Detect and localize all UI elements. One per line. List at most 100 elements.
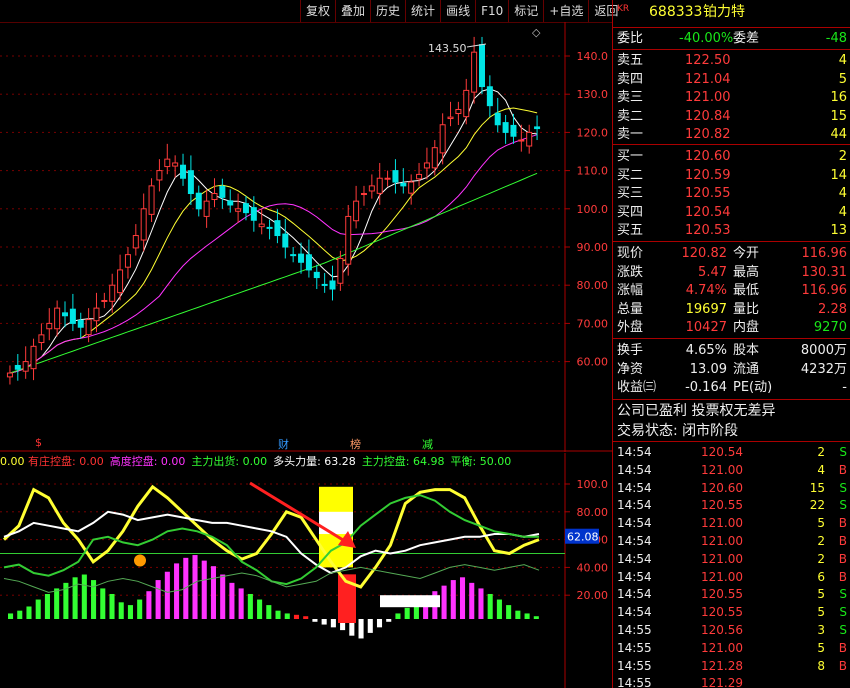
candle-body [235,208,242,212]
indicator-bar [330,619,336,628]
tick-row-10: 14:55 120.56 3 S [617,623,847,637]
indicator-marker-label: 62.08 [567,531,599,544]
indicator-bar [257,599,263,619]
price-label-4: 100.0 [577,203,609,216]
indicator-bar [17,610,23,619]
candle-body [486,86,493,107]
stat-row-0: 现价 120.82 今开 116.96 [617,246,847,261]
candle-body [38,334,45,344]
candle-body [305,254,312,271]
candle-body [93,307,100,322]
candle-body [164,158,171,168]
indicator-bar [459,577,466,619]
candle-body [455,108,462,115]
chart-toolbar: 复权 叠加 历史 统计 画线 F10 标记 +自选 返回 [300,0,623,22]
indicator-bar [72,577,78,619]
candle-body [211,193,218,201]
indicator-bar [44,593,50,619]
price-label-1: 130.0 [577,88,609,101]
toolbar-button-2[interactable]: 历史 [370,0,405,22]
indicator-bar [229,582,235,619]
candle-body [321,283,328,286]
indicator-bar [164,571,170,619]
candle-body [180,164,187,179]
tick-row-5: 14:54 121.00 2 B [617,534,847,548]
tick-row-7: 14:54 121.00 6 B [617,569,847,584]
stock-code: 688333 [649,4,703,20]
bid-row-3: 买四 120.54 4 [617,204,847,220]
indicator-bar [127,605,133,619]
candle-body [242,203,249,214]
kline-chart[interactable]: 140.0 130.0 120.0 110.0 100.0 90.00 80.00 70.00… [0,22,612,452]
stock-title: KR 688333 铂力特 [613,3,850,21]
price-label-3: 110.0 [577,165,609,178]
candle-body [384,177,391,180]
highlight-block-inner [319,511,353,535]
toolbar-button-1[interactable]: 叠加 [335,0,370,22]
candle-body [156,170,163,181]
candle-body [329,280,336,290]
toolbar-button-4[interactable]: 画线 [440,0,475,22]
toolbar-button-7[interactable]: +自选 [543,0,588,22]
indicator-chart[interactable]: 100.080.0060.0040.0020.0062.08 [0,453,612,688]
stat2-row-0: 换手 4.65% 股本 8000万 [617,343,847,358]
toolbar-button-3[interactable]: 统计 [405,0,440,22]
indicator-label-0: 100.0 [577,478,609,491]
toolbar-button-6[interactable]: 标记 [508,0,543,22]
candle-body [526,131,533,147]
tick-row-12: 14:55 121.28 8 B [617,658,847,673]
indicator-bar [26,606,32,619]
candle-body [54,307,61,330]
candle-body [258,223,265,228]
candle-body [439,124,446,154]
stat-row-1: 涨跌 5.47 最高 130.31 [617,264,847,280]
candle-body [140,208,147,241]
reduce-holding-marker[interactable]: 减 [422,436,433,452]
indicator-bar [146,591,152,619]
toolbar-button-5[interactable]: F10 [475,0,508,22]
indicator-bar [81,574,87,619]
ask-row-3: 卖二 120.84 15 [617,108,847,124]
candle-body [431,147,438,169]
indicator-label-4: 20.00 [577,589,609,602]
bid-row-2: 买三 120.55 4 [617,186,847,201]
indicator-bar [210,566,217,619]
toolbar-button-0[interactable]: 复权 [300,0,335,22]
candle-body [400,182,407,187]
candle-body [187,170,194,195]
tick-row-3: 14:54 120.55 22 S [617,498,847,513]
billboard-marker[interactable]: 榜 [350,436,361,452]
indicator-bar [404,607,410,619]
candle-body [502,122,509,133]
tick-row-2: 14:54 120.60 15 S [617,480,847,495]
candle-body [172,162,179,167]
indicator-bar [358,619,364,639]
indicator-bar [367,619,373,633]
indicator-bar [266,605,272,619]
bid-row-1: 买二 120.59 14 [617,167,847,183]
indicator-label-1: 80.00 [577,506,609,519]
indicator-bar [192,555,198,619]
stat-row-4: 外盘 10427 内盘 9270 [617,320,847,335]
candle-body [313,271,320,279]
price-label-5: 90.00 [577,241,609,254]
candle-body [518,139,525,142]
stat2-row-2: 收益㈢ -0.164 PE(动) - [617,380,847,395]
indicator-bar [441,585,447,619]
indicator-bar [109,593,115,619]
indicator-bar [155,580,161,619]
candle-body [30,345,37,370]
stat-row-2: 涨幅 4.74% 最低 116.96 [617,283,847,298]
dividend-marker[interactable]: $ [35,436,42,449]
candle-body [14,364,21,370]
tick-row-9: 14:54 120.55 5 S [617,605,847,620]
candle-body [353,200,360,222]
high-price-annotation: 143.50 [428,42,467,55]
finance-marker[interactable]: 财 [278,436,289,452]
tick-row-6: 14:54 121.00 2 B [617,551,847,566]
candle-body [282,233,289,248]
candle-body [345,215,352,265]
candle-body [85,319,92,336]
quote-panel: KR 688333 铂力特 委比 -40.00% 委差 -48 卖五 122.50… [612,0,850,688]
ask-row-4: 卖一 120.82 44 [617,127,847,142]
